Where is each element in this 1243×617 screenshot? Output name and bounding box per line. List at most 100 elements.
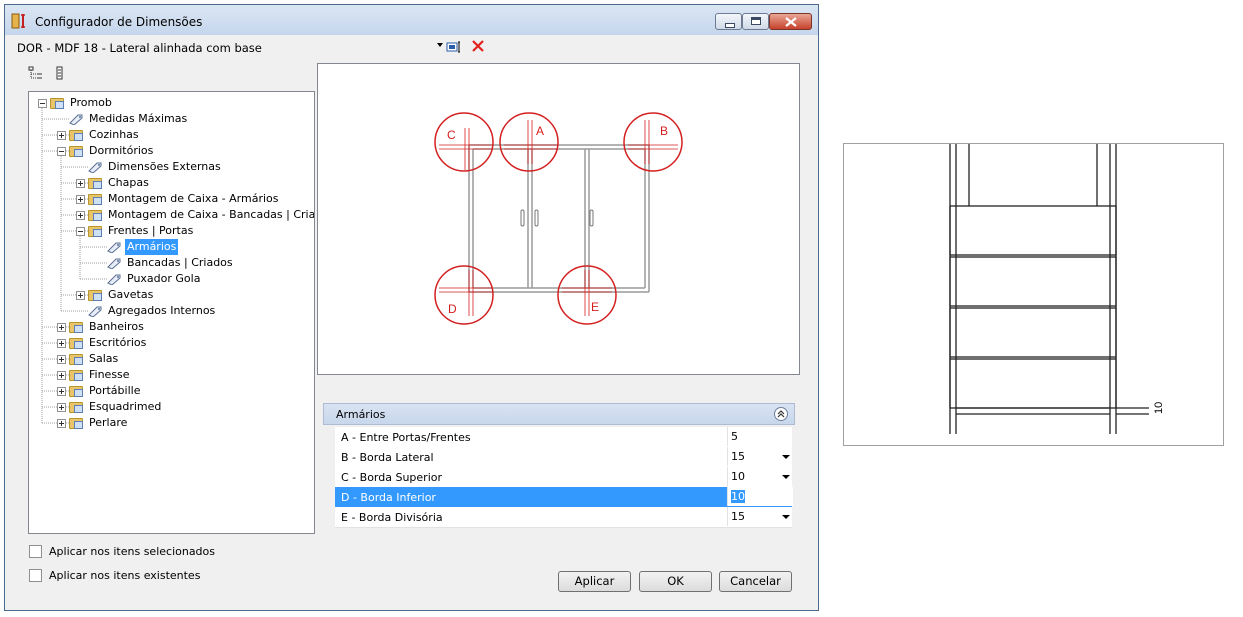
- tree-node[interactable]: Armários: [29, 239, 314, 255]
- close-button[interactable]: [769, 13, 812, 30]
- ruler-app-icon: [11, 13, 25, 29]
- cancel-button[interactable]: Cancelar: [719, 571, 792, 592]
- expand-icon[interactable]: [76, 179, 85, 188]
- chevron-down-icon[interactable]: [437, 43, 443, 47]
- expand-icon[interactable]: [57, 355, 66, 364]
- expand-icon[interactable]: [57, 339, 66, 348]
- tree-node-label: Puxador Gola: [127, 272, 201, 285]
- tree-node[interactable]: Dimensões Externas: [29, 159, 314, 175]
- apply-existing-checkbox[interactable]: [29, 569, 42, 582]
- tree-node-label: Frentes | Portas: [108, 224, 194, 237]
- folder-icon: [69, 144, 85, 157]
- tree-node[interactable]: Portábille: [29, 383, 314, 399]
- folder-icon: [69, 320, 85, 333]
- tree-node-label: Escritórios: [89, 336, 147, 349]
- minimize-button[interactable]: [715, 13, 742, 30]
- property-value-field[interactable]: 15: [727, 447, 793, 466]
- tree-node[interactable]: Puxador Gola: [29, 271, 314, 287]
- property-row[interactable]: B - Borda Lateral 15: [335, 447, 792, 468]
- drawer-preview: 10: [843, 143, 1224, 446]
- delete-icon[interactable]: [470, 39, 486, 53]
- tree-node[interactable]: Montagem de Caixa - Armários: [29, 191, 314, 207]
- maximize-button[interactable]: [742, 13, 769, 30]
- properties-group-header[interactable]: Armários: [323, 403, 795, 425]
- tree-node[interactable]: Montagem de Caixa - Bancadas | Criados: [29, 207, 314, 223]
- tree-node[interactable]: Bancadas | Criados: [29, 255, 314, 271]
- folder-icon: [69, 128, 85, 141]
- expand-icon[interactable]: [57, 419, 66, 428]
- collapse-tree-icon[interactable]: [52, 66, 68, 80]
- callout-c: C: [447, 128, 456, 142]
- collapse-icon[interactable]: [774, 407, 788, 421]
- property-name: C - Borda Superior: [341, 471, 443, 484]
- folder-icon: [50, 96, 66, 109]
- tree-node-label: Salas: [89, 352, 119, 365]
- collapse-icon[interactable]: [76, 227, 85, 236]
- property-value-field[interactable]: 10: [727, 467, 793, 486]
- expand-icon[interactable]: [57, 371, 66, 380]
- collapse-icon[interactable]: [57, 147, 66, 156]
- apply-selected-checkbox[interactable]: [29, 545, 42, 558]
- maximize-icon: [751, 17, 761, 25]
- tree-node-label: Dormitórios: [89, 144, 154, 157]
- tree-node[interactable]: Finesse: [29, 367, 314, 383]
- expand-tree-icon[interactable]: [28, 66, 44, 80]
- expand-icon[interactable]: [76, 195, 85, 204]
- cabinet-drawing: C A B D E: [434, 112, 683, 325]
- expand-icon[interactable]: [57, 387, 66, 396]
- chevron-down-icon[interactable]: [782, 455, 790, 459]
- ruler-tag-icon: [107, 258, 121, 269]
- ruler-tag-icon: [88, 306, 102, 317]
- expand-icon[interactable]: [57, 323, 66, 332]
- expand-icon[interactable]: [57, 131, 66, 140]
- tree-node[interactable]: Esquadrimed: [29, 399, 314, 415]
- apply-button[interactable]: Aplicar: [558, 571, 631, 592]
- tree-node[interactable]: Cozinhas: [29, 127, 314, 143]
- tree-node[interactable]: Dormitórios: [29, 143, 314, 159]
- property-value: 5: [731, 430, 738, 443]
- tree-node[interactable]: Perlare: [29, 415, 314, 431]
- tree-node-label: Promob: [70, 96, 112, 109]
- folder-icon: [88, 224, 104, 237]
- dialog-window: Configurador de Dimensões DOR - MDF 18 -…: [4, 4, 819, 611]
- property-row[interactable]: A - Entre Portas/Frentes 5: [335, 427, 792, 448]
- tree-node[interactable]: Agregados Internos: [29, 303, 314, 319]
- ruler-tag-icon: [69, 114, 83, 125]
- expand-icon[interactable]: [76, 211, 85, 220]
- tree-node-label: Chapas: [108, 176, 149, 189]
- tree-node[interactable]: Escritórios: [29, 335, 314, 351]
- property-value: 15: [731, 450, 745, 463]
- tree-node-label: Gavetas: [108, 288, 154, 301]
- category-tree[interactable]: Promob Medidas Máximas Cozinhas Dormitórios…: [28, 91, 315, 534]
- apply-selected-label: Aplicar nos itens selecionados: [49, 545, 216, 558]
- edit-name-icon[interactable]: [446, 40, 462, 54]
- tree-node[interactable]: Promob: [29, 95, 314, 111]
- config-combo-value: DOR - MDF 18 - Lateral alinhada com base: [17, 41, 262, 55]
- tree-node[interactable]: Medidas Máximas: [29, 111, 314, 127]
- ok-button[interactable]: OK: [639, 571, 712, 592]
- tree-node[interactable]: Frentes | Portas: [29, 223, 314, 239]
- property-row[interactable]: E - Borda Divisória 15: [335, 507, 792, 528]
- tree-node-label: Montagem de Caixa - Armários: [108, 192, 279, 205]
- property-value-field[interactable]: 15: [727, 507, 793, 526]
- property-value-field[interactable]: 10: [727, 487, 793, 506]
- ruler-tag-icon: [88, 162, 102, 173]
- tree-node[interactable]: Banheiros: [29, 319, 314, 335]
- property-value-field[interactable]: 5: [727, 427, 793, 446]
- tree-node[interactable]: Chapas: [29, 175, 314, 191]
- chevron-down-icon[interactable]: [782, 515, 790, 519]
- minimize-icon: [725, 23, 735, 28]
- property-row[interactable]: D - Borda Inferior 10: [335, 487, 793, 508]
- collapse-icon[interactable]: [38, 99, 47, 108]
- tree-node-label: Dimensões Externas: [108, 160, 221, 173]
- tree-node-label: Banheiros: [89, 320, 144, 333]
- expand-icon[interactable]: [76, 291, 85, 300]
- tree-node[interactable]: Salas: [29, 351, 314, 367]
- expand-icon[interactable]: [57, 403, 66, 412]
- dimension-label: 10: [1153, 402, 1165, 414]
- window-title: Configurador de Dimensões: [35, 15, 203, 29]
- property-row[interactable]: C - Borda Superior 10: [335, 467, 792, 488]
- config-combo[interactable]: DOR - MDF 18 - Lateral alinhada com base: [15, 38, 443, 56]
- chevron-down-icon[interactable]: [782, 475, 790, 479]
- tree-node[interactable]: Gavetas: [29, 287, 314, 303]
